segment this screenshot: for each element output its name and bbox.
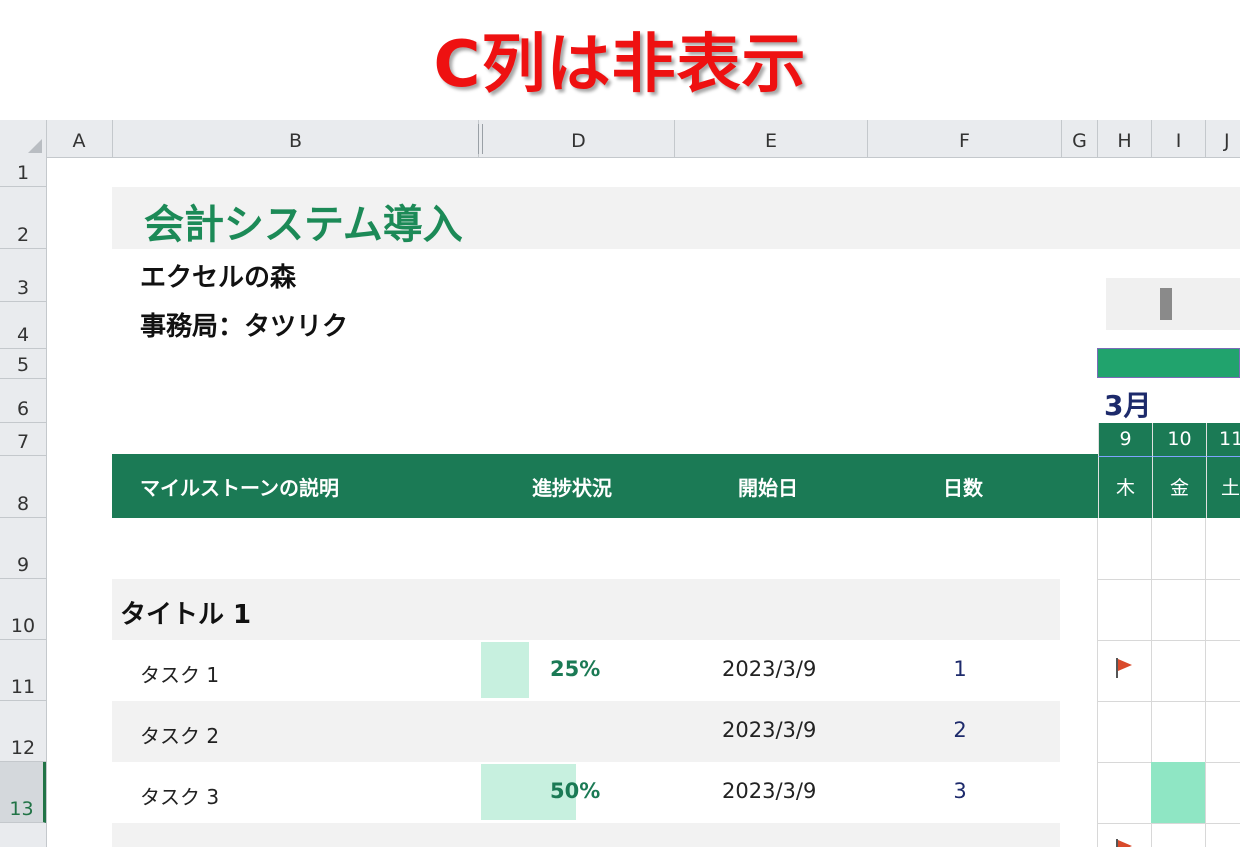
section-title[interactable]: タイトル 1 — [120, 594, 251, 631]
task-progress[interactable]: 50% — [550, 779, 600, 803]
calendar-grid-line — [1097, 579, 1240, 580]
task-days[interactable]: 1 — [950, 657, 970, 681]
calendar-day-9[interactable]: 9 — [1098, 423, 1152, 456]
column-header-a[interactable]: A — [46, 120, 113, 157]
project-manager[interactable]: 事務局：タツリク — [140, 306, 348, 343]
calendar-weekday-thu[interactable]: 木 — [1098, 456, 1152, 518]
row-header-12[interactable]: 12 — [0, 701, 46, 762]
scroll-thumb[interactable] — [1160, 288, 1172, 320]
task-progress[interactable]: 25% — [550, 657, 600, 681]
header-milestone[interactable]: マイルストーンの説明 — [140, 472, 339, 501]
calendar-header-strip — [1097, 348, 1240, 378]
column-header-e[interactable]: E — [675, 120, 868, 157]
calendar-weekday-fri[interactable]: 金 — [1152, 456, 1206, 518]
row-header-4[interactable]: 4 — [0, 302, 46, 349]
task-name[interactable]: タスク 2 — [140, 720, 219, 749]
calendar-weekday-sat[interactable]: 土 — [1206, 456, 1240, 518]
week-scroll-control[interactable] — [1106, 278, 1240, 330]
task-start-date[interactable]: 2023/3/9 — [722, 779, 816, 803]
row-header-10[interactable]: 10 — [0, 579, 46, 640]
calendar-grid-line — [1205, 518, 1206, 847]
spreadsheet: A B D E F G H I J 1 2 3 4 5 6 7 8 9 10 1… — [0, 120, 1240, 847]
row-header-9[interactable]: 9 — [0, 518, 46, 579]
column-header-h[interactable]: H — [1098, 120, 1152, 157]
task-row-band-partial — [112, 823, 1060, 847]
progress-bar-task-1 — [481, 642, 529, 698]
select-all-triangle-icon — [28, 139, 42, 153]
calendar-day-10[interactable]: 10 — [1152, 423, 1206, 456]
row-header-6[interactable]: 6 — [0, 379, 46, 423]
row-header-1[interactable]: 1 — [0, 157, 46, 187]
row-header-2[interactable]: 2 — [0, 187, 46, 249]
calendar-grid-line — [1097, 823, 1240, 824]
header-start-date[interactable]: 開始日 — [738, 472, 798, 501]
section-band — [112, 579, 1060, 640]
project-title[interactable]: 会計システム導入 — [144, 192, 463, 250]
row-header-14-partial[interactable] — [0, 823, 46, 847]
task-name[interactable]: タスク 3 — [140, 781, 219, 810]
row-header-7[interactable]: 7 — [0, 423, 46, 456]
caption-title: C列は非表示 — [433, 28, 807, 102]
calendar-day-11[interactable]: 11 — [1206, 423, 1240, 456]
milestone-flag-icon — [1116, 658, 1132, 678]
month-label: 3月 — [1104, 389, 1152, 422]
task-name[interactable]: タスク 1 — [140, 659, 219, 688]
task-days[interactable]: 2 — [950, 718, 970, 742]
calendar-grid-line — [1097, 701, 1240, 702]
calendar-grid-line — [1097, 518, 1098, 847]
row-header-5[interactable]: 5 — [0, 349, 46, 379]
column-header-d[interactable]: D — [483, 120, 675, 157]
select-all-corner[interactable] — [0, 120, 47, 157]
row-header-8[interactable]: 8 — [0, 456, 46, 518]
row-header-11[interactable]: 11 — [0, 640, 46, 701]
company-name[interactable]: エクセルの森 — [140, 257, 296, 294]
row-header-3[interactable]: 3 — [0, 249, 46, 302]
column-header-g[interactable]: G — [1062, 120, 1098, 157]
task-days[interactable]: 3 — [950, 779, 970, 803]
milestone-flag-icon — [1116, 839, 1132, 847]
row-header-13[interactable]: 13 — [0, 762, 46, 823]
task-start-date[interactable]: 2023/3/9 — [722, 657, 816, 681]
column-header-f[interactable]: F — [868, 120, 1062, 157]
task-row-band — [112, 701, 1060, 762]
column-header-b[interactable]: B — [113, 120, 479, 157]
column-header-i[interactable]: I — [1152, 120, 1206, 157]
task-start-date[interactable]: 2023/3/9 — [722, 718, 816, 742]
header-days[interactable]: 日数 — [943, 472, 983, 501]
gantt-bar-task-3[interactable] — [1151, 762, 1205, 823]
header-progress[interactable]: 進捗状況 — [532, 472, 612, 501]
column-header-j[interactable]: J — [1206, 120, 1240, 157]
calendar-grid-line — [1097, 640, 1240, 641]
